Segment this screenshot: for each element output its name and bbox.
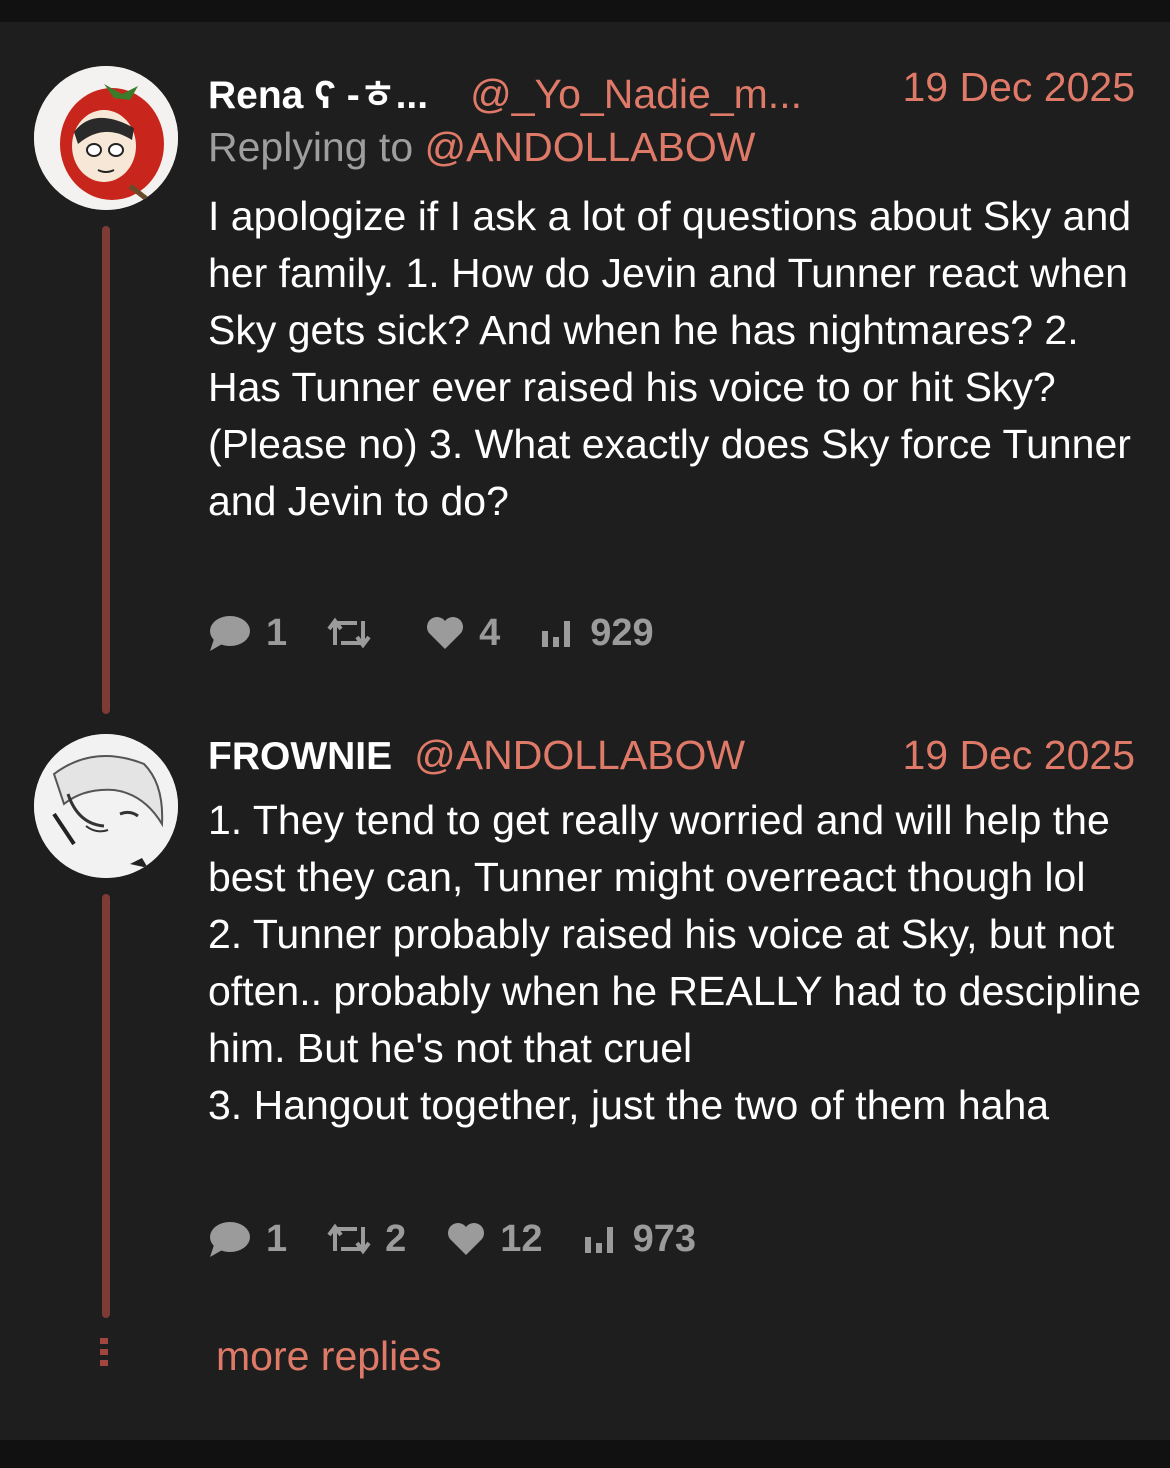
more-replies-link[interactable]: more replies: [216, 1333, 442, 1380]
views-button[interactable]: 973: [583, 1218, 696, 1261]
reply-icon: [210, 1222, 250, 1257]
views-icon: [584, 1227, 613, 1253]
author-handle[interactable]: @_Yo_Nadie_m...: [470, 71, 802, 118]
avatar-rena[interactable]: [34, 66, 178, 210]
post-text-line: 1. They tend to get really worried and w…: [208, 797, 1110, 900]
thread-line: [102, 226, 110, 714]
repost-count: 2: [385, 1217, 407, 1260]
views-button[interactable]: 929: [540, 611, 654, 655]
post-text-line: 3. Hangout together, just the two of the…: [208, 1082, 1050, 1128]
avatar-frownie[interactable]: [34, 734, 178, 878]
like-count: 12: [500, 1217, 543, 1260]
reply-button[interactable]: 1: [208, 1218, 287, 1261]
avatar-frownie-image: [34, 734, 178, 878]
like-count: 4: [479, 611, 501, 654]
replying-to: Replying to @ANDOLLABOW: [208, 124, 756, 171]
repost-icon: [327, 1223, 371, 1255]
views-count: 929: [590, 611, 654, 654]
post-text: I apologize if I ask a lot of questions …: [208, 188, 1143, 530]
like-button[interactable]: 12: [446, 1217, 543, 1261]
reply-button[interactable]: 1: [208, 612, 287, 655]
reply-count: 1: [266, 611, 288, 654]
post-text-line: 2. Tunner probably raised his voice at S…: [208, 911, 1142, 1071]
like-button[interactable]: 4: [425, 612, 500, 655]
avatar-rena-image: [34, 66, 178, 210]
repost-button[interactable]: 2: [327, 1218, 406, 1261]
post-date[interactable]: 19 Dec 2025: [902, 64, 1135, 111]
post-text-content: I apologize if I ask a lot of questions …: [208, 193, 1132, 524]
replying-prefix: Replying to: [208, 124, 414, 170]
author-name[interactable]: FROWNIE: [208, 735, 392, 779]
post-header: FROWNIE @ANDOLLABOW 19 Dec 2025: [208, 732, 1135, 779]
like-icon: [427, 617, 464, 649]
author-name[interactable]: Rena ʕ -ㅎ...: [208, 64, 428, 120]
post-stats: 1 4 929: [208, 610, 694, 656]
post-text: 1. They tend to get really worried and w…: [208, 792, 1143, 1134]
reply-icon: [210, 616, 250, 651]
views-count: 973: [632, 1217, 696, 1260]
more-dots-icon: [100, 1338, 108, 1371]
thread-line: [102, 894, 110, 1318]
post-date[interactable]: 19 Dec 2025: [902, 732, 1135, 779]
repost-button[interactable]: [327, 615, 385, 651]
repost-icon: [327, 617, 371, 649]
views-icon: [542, 621, 571, 647]
like-icon: [448, 1223, 485, 1255]
post-stats: 1 2 12 973: [208, 1216, 736, 1262]
reply-count: 1: [266, 1217, 288, 1260]
post-header: Rena ʕ -ㅎ... @_Yo_Nadie_m... 19 Dec 2025: [208, 64, 1135, 117]
replying-mention[interactable]: @ANDOLLABOW: [425, 124, 756, 170]
author-handle[interactable]: @ANDOLLABOW: [414, 732, 745, 779]
